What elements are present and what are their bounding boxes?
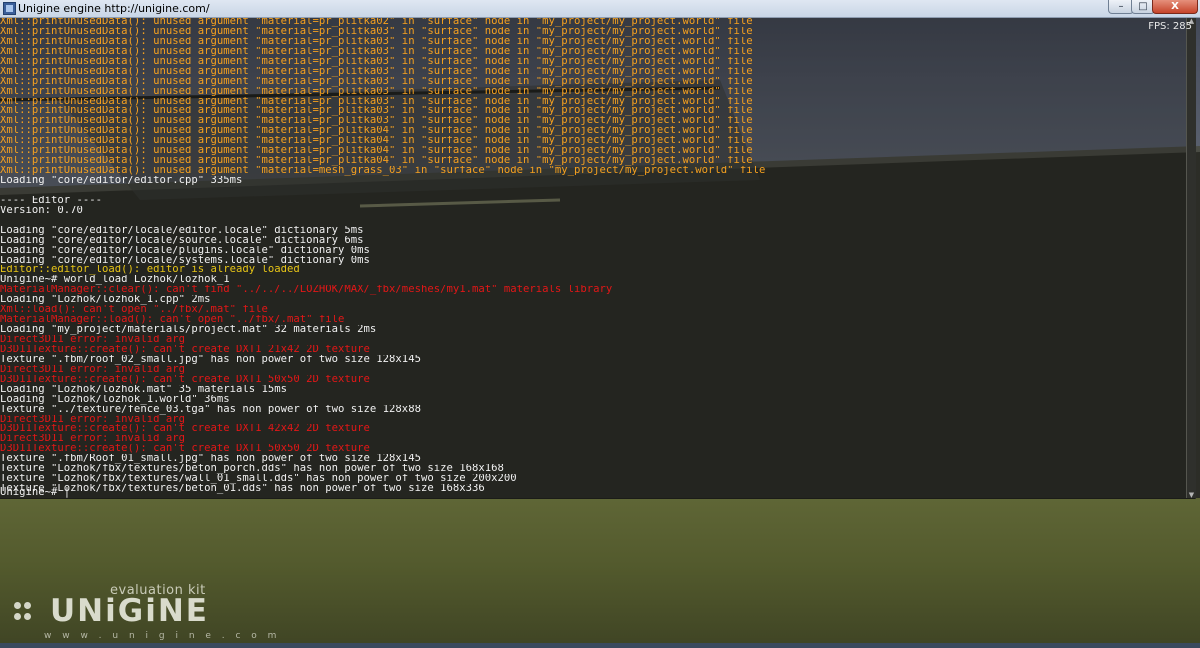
console-line: Editor::editor_load(): editor is already… [0, 265, 300, 276]
console-line: Xml::printUnusedData(): unused argument … [0, 136, 753, 147]
console-line: D3D11Texture::create(): can't create DXT… [0, 374, 370, 385]
logo-url: w w w . u n i g i n e . c o m [44, 631, 281, 641]
console-line: D3D11Texture::create(): can't create DXT… [0, 444, 370, 455]
fps-counter: FPS: 285 [1148, 21, 1192, 32]
console-line: Texture ".fbm/Roof_01_small.jpg" has non… [0, 454, 421, 465]
console-line: MaterialManager::load(): can't open "../… [0, 315, 345, 326]
console-line: Unigine~# world_load Lozhok/lozhok_1 [0, 275, 230, 286]
console-line: MaterialManager::clear(): can't find "..… [0, 285, 613, 296]
console-line: Loading "Lozhok/lozhok_1.world" 36ms [0, 394, 230, 405]
console-line: Texture ".fbm/roof_02_small.jpg" has non… [0, 354, 421, 365]
console-line: Texture "../texture/fence_03.tga" has no… [0, 404, 421, 415]
console-line: Xml::printUnusedData(): unused argument … [0, 166, 766, 176]
console-line: Xml::printUnusedData(): unused argument … [0, 76, 753, 87]
console-line: Xml::printUnusedData(): unused argument … [0, 96, 753, 107]
console-line: Version: 0.70 [0, 205, 83, 216]
console-scrollbar[interactable]: ▲ ▼ [1186, 17, 1196, 499]
console-line: Xml::printUnusedData(): unused argument … [0, 66, 753, 77]
console-line: ---- Editor ---- [0, 195, 103, 206]
console-prompt: Unigine~# [0, 486, 64, 498]
logo-wordmark: UNiGiNE [50, 593, 209, 629]
console-line: Xml::printUnusedData(): unused argument … [0, 86, 753, 97]
console-line: Loading "core/editor/locale/editor.local… [0, 225, 364, 236]
console-line: Loading "Lozhok/lozhok.mat" 35 materials… [0, 384, 288, 395]
console-line: Xml::printUnusedData(): unused argument … [0, 36, 753, 47]
console-line: Xml::printUnusedData(): unused argument … [0, 156, 753, 167]
console-line: Direct3D11 error: invalid arg [0, 434, 185, 445]
taskbar-strip [0, 643, 1200, 648]
text-caret: | [63, 486, 71, 498]
window-titlebar[interactable]: Unigine engine http://unigine.com/ – □ X [0, 0, 1200, 18]
console-line: Loading "core/editor/locale/systems.loca… [0, 255, 370, 266]
console-line: Xml::printUnusedData(): unused argument … [0, 116, 753, 127]
console-line: Loading "core/editor/locale/plugins.loca… [0, 245, 370, 256]
console-line: Direct3D11 error: invalid arg [0, 414, 185, 425]
console-line: Texture "Lozhok/fbx/textures/beton_porch… [0, 464, 504, 475]
console-line: Direct3D11 error: invalid arg [0, 364, 185, 375]
console-line: Xml::printUnusedData(): unused argument … [0, 146, 753, 157]
console-line: Xml::printUnusedData(): unused argument … [0, 56, 753, 67]
unigine-logo: evaluation kit UNiGiNE w w w . u n i g i… [14, 583, 276, 643]
console-line: Xml::printUnusedData(): unused argument … [0, 17, 753, 27]
console-line: Loading "my_project/materials/project.ma… [0, 325, 377, 335]
console-line: Xml::load(): can't open "../fbx/.mat" fi… [0, 305, 268, 316]
console-output[interactable]: Xml::printUnusedData(): unused argument … [0, 17, 1186, 497]
console-line: D3D11Texture::create(): can't create DXT… [0, 344, 370, 355]
console-line: Loading "Lozhok/lozhok_1.cpp" 2ms [0, 295, 211, 306]
console-line: Texture "Lozhok/fbx/textures/wall_01_sma… [0, 474, 517, 485]
console-line: Xml::printUnusedData(): unused argument … [0, 26, 753, 37]
window-title: Unigine engine http://unigine.com/ [18, 2, 210, 15]
console-line: Loading "core/editor/editor.cpp" 335ms [0, 176, 243, 186]
console-line: Xml::printUnusedData(): unused argument … [0, 46, 753, 57]
console-line: Xml::printUnusedData(): unused argument … [0, 126, 753, 137]
console-line: Xml::printUnusedData(): unused argument … [0, 106, 753, 117]
close-button[interactable]: X [1152, 0, 1198, 14]
app-icon [3, 2, 16, 15]
logo-dots-icon [14, 602, 48, 622]
console-line: D3D11Texture::create(): can't create DXT… [0, 424, 370, 435]
console-line: Loading "core/editor/locale/source.local… [0, 235, 364, 246]
console-line: Direct3D11 error: invalid arg [0, 335, 185, 345]
console-input[interactable]: Unigine~# | [0, 486, 70, 498]
console-line: Texture "Lozhok/fbx/textures/beton_01.dd… [0, 484, 485, 494]
console-divider [0, 498, 1195, 499]
